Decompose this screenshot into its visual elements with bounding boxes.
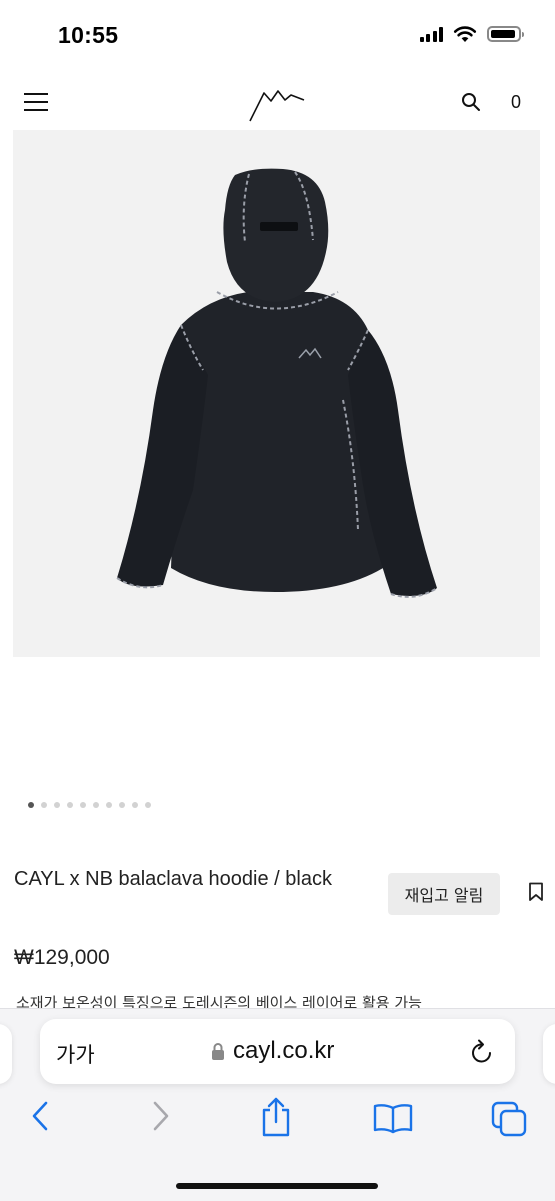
tabs-icon[interactable] <box>490 1100 530 1138</box>
previous-tab-peek[interactable] <box>0 1024 12 1084</box>
book-icon[interactable] <box>372 1102 414 1134</box>
carousel-dot[interactable] <box>67 802 73 808</box>
home-indicator <box>176 1183 378 1189</box>
lock-icon <box>212 1042 224 1060</box>
carousel-dot[interactable] <box>119 802 125 808</box>
url-text: cayl.co.kr <box>233 1037 335 1064</box>
carousel-dot[interactable] <box>93 802 99 808</box>
product-price: ₩129,000 <box>14 946 110 969</box>
cart-count[interactable]: 0 <box>511 92 521 113</box>
status-icons <box>419 25 524 43</box>
cellular-signal-icon <box>419 26 443 42</box>
status-time: 10:55 <box>58 22 119 48</box>
text-size-button[interactable]: 가가 <box>56 1039 95 1069</box>
reload-icon[interactable] <box>469 1038 495 1066</box>
back-chevron-icon[interactable] <box>28 1099 52 1133</box>
restock-alert-button[interactable]: 재입고 알림 <box>388 873 500 915</box>
next-tab-peek[interactable] <box>543 1024 555 1084</box>
mountain-logo-icon[interactable] <box>246 84 308 124</box>
search-icon[interactable] <box>461 92 481 112</box>
forward-chevron-icon[interactable] <box>149 1099 173 1133</box>
carousel-dot[interactable] <box>132 802 138 808</box>
carousel-dot[interactable] <box>106 802 112 808</box>
wifi-icon <box>453 26 477 42</box>
carousel-dot[interactable] <box>28 802 34 808</box>
url-display[interactable]: cayl.co.kr <box>211 1037 334 1065</box>
hoodie-photo-icon <box>116 168 438 598</box>
product-title: CAYL x NB balaclava hoodie / black <box>14 868 332 890</box>
product-image[interactable] <box>13 130 540 657</box>
battery-icon <box>487 26 524 42</box>
hamburger-menu-icon[interactable] <box>24 93 48 111</box>
carousel-dot[interactable] <box>41 802 47 808</box>
bookmark-icon[interactable] <box>528 882 544 902</box>
carousel-dots <box>28 802 151 808</box>
share-icon[interactable] <box>258 1096 294 1138</box>
product-description: 소재가 보온성이 특징으로 도레시즌의 베이스 레이어로 활용 가능 <box>16 994 422 1008</box>
carousel-dot[interactable] <box>80 802 86 808</box>
carousel-dot[interactable] <box>145 802 151 808</box>
carousel-dot[interactable] <box>54 802 60 808</box>
